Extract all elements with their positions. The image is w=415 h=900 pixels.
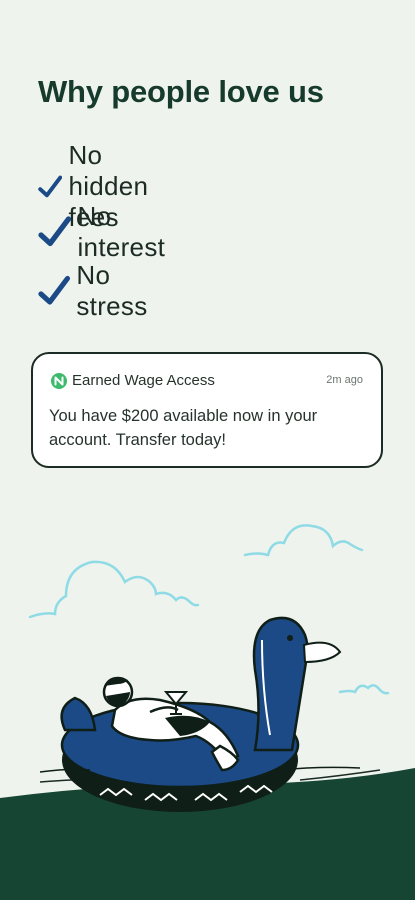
page-title: Why people love us	[38, 74, 324, 109]
duck-neck	[252, 616, 309, 752]
notification-time: 2m ago	[326, 374, 363, 386]
cloud-icon	[243, 524, 364, 557]
benefit-label: No stress	[76, 260, 148, 321]
benefit-item: No interest	[38, 201, 176, 263]
duck-beak	[302, 641, 342, 664]
notification-message: You have $200 available now in your acco…	[49, 407, 318, 449]
checkmark-icon	[38, 275, 71, 305]
benefit-item: No stress	[38, 260, 159, 322]
duck-float-illustration	[39, 616, 361, 812]
notification-app-name: Earned Wage Access	[72, 372, 215, 389]
notification-header: Earned Wage Access 2m ago	[51, 372, 363, 392]
duck-tail	[60, 696, 97, 732]
duck-eye	[287, 635, 293, 641]
benefit-label: No interest	[77, 201, 166, 262]
checkmark-icon	[38, 216, 72, 247]
notification-card[interactable]: Earned Wage Access 2m ago You have $200 …	[31, 352, 383, 468]
app-logo-icon	[51, 373, 67, 389]
